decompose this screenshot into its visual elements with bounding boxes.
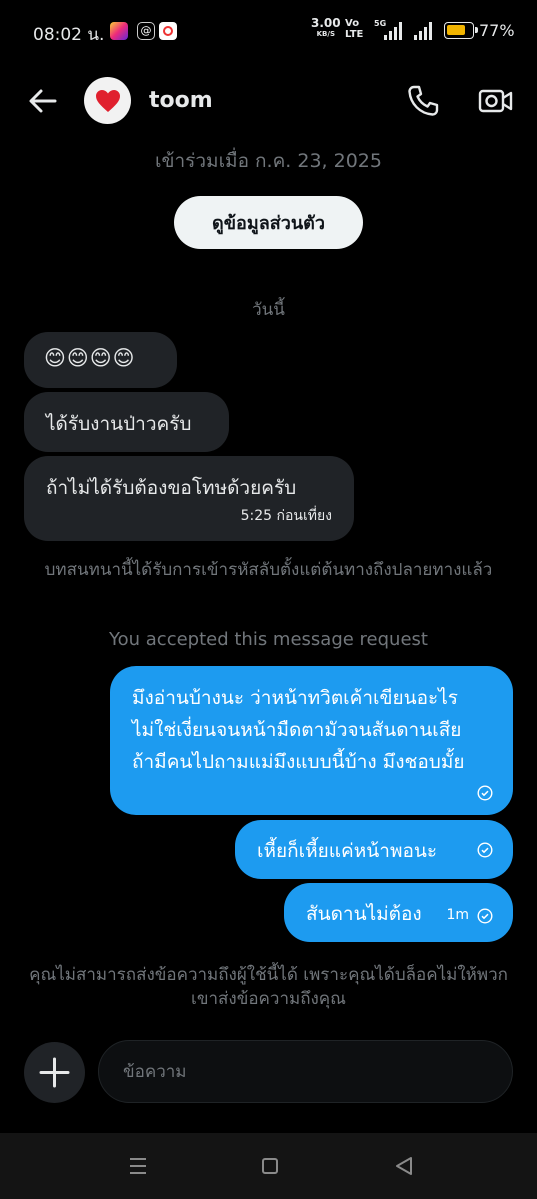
incoming-message[interactable]: 😊😊😊😊 xyxy=(24,332,177,388)
back-arrow-icon[interactable] xyxy=(28,86,58,116)
accepted-request-notice: You accepted this message request xyxy=(109,629,428,650)
threads-icon: @ xyxy=(137,22,155,40)
message-text: เหี้ยก็เหี้ยแค่หน้าพอนะ xyxy=(257,840,438,862)
avatar[interactable] xyxy=(84,77,131,124)
status-time: 08:02 น. xyxy=(33,25,105,45)
speed-unit: KB/S xyxy=(316,30,335,38)
day-divider: วันนี้ xyxy=(252,300,285,320)
volte-bottom: LTE xyxy=(345,29,364,40)
blocked-notice: คุณไม่สามารถส่งข้อความถึงผู้ใช้นี้ได้ เพ… xyxy=(29,965,508,1009)
message-text: สันดานไม่ต้อง xyxy=(306,903,422,925)
call-icon[interactable] xyxy=(406,84,440,118)
add-attachment-button[interactable] xyxy=(24,1042,85,1103)
battery-percent: 77% xyxy=(479,21,515,40)
red-heart-icon xyxy=(95,89,120,112)
signal-icon-2 xyxy=(414,22,436,40)
plus-icon xyxy=(39,1057,70,1088)
recents-icon[interactable] xyxy=(128,1157,148,1175)
home-icon[interactable] xyxy=(262,1158,278,1174)
nav-back-icon[interactable] xyxy=(394,1156,414,1176)
instagram-icon xyxy=(110,22,128,40)
outgoing-message[interactable]: เหี้ยก็เหี้ยแค่หน้าพอนะ xyxy=(235,820,513,879)
message-input[interactable] xyxy=(98,1040,513,1103)
network-speed: 3.00 KB/S xyxy=(311,16,341,40)
outgoing-message[interactable]: มึงอ่านบ้างนะ ว่าหน้าทวิตเค้าเขียนอะไร ไ… xyxy=(110,666,513,815)
encryption-notice: บทสนทนานี้ได้รับการเข้ารหัสลับตั้งแต่ต้น… xyxy=(44,560,493,580)
speed-value: 3.00 xyxy=(311,16,341,30)
sent-check-icon xyxy=(477,842,493,858)
volte-top: Vo xyxy=(345,18,360,29)
battery-icon xyxy=(444,22,478,39)
battery-fill xyxy=(447,25,465,35)
joined-date: เข้าร่วมเมื่อ ก.ค. 23, 2025 xyxy=(155,150,382,172)
conversation-username[interactable]: toom xyxy=(149,88,213,113)
sent-check-icon xyxy=(477,785,493,801)
outgoing-message[interactable]: สันดานไม่ต้อง 1m xyxy=(284,883,513,942)
incoming-message[interactable]: ได้รับงานป่าวครับ xyxy=(24,392,229,452)
incoming-message[interactable]: ถ้าไม่ได้รับต้องขอโทษด้วยครับ 5:25 ก่อนเ… xyxy=(24,456,354,541)
view-profile-button[interactable]: ดูข้อมูลส่วนตัว xyxy=(174,196,363,249)
message-text: ถ้าไม่ได้รับต้องขอโทษด้วยครับ xyxy=(46,477,297,499)
video-call-icon[interactable] xyxy=(478,84,514,118)
message-timestamp: 1m xyxy=(446,907,469,923)
screen-record-icon xyxy=(159,22,177,40)
message-text: มึงอ่านบ้างนะ ว่าหน้าทวิตเค้าเขียนอะไร ไ… xyxy=(132,687,465,773)
volte-indicator: Vo LTE xyxy=(345,18,363,40)
message-timestamp: 5:25 ก่อนเที่ยง xyxy=(240,508,332,524)
sent-check-icon xyxy=(477,908,493,924)
signal-icon xyxy=(384,22,406,40)
